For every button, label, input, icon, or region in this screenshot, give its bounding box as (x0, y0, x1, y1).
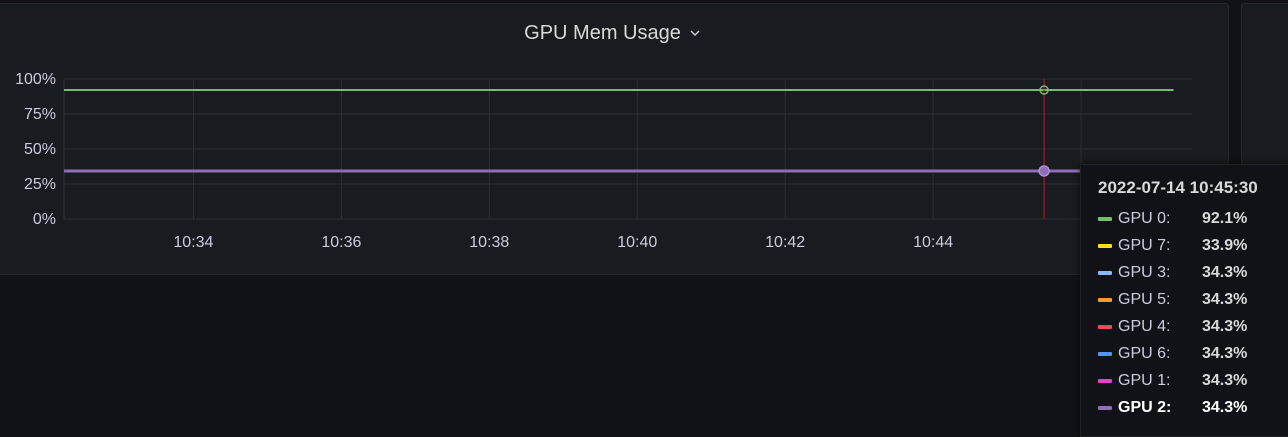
series-swatch (1098, 406, 1112, 410)
tooltip-row: GPU 4: 34.3% (1098, 317, 1247, 337)
tooltip-series-value: 34.3% (1202, 291, 1248, 308)
chart-series (64, 89, 1174, 173)
tooltip-series-name: GPU 1: (1118, 372, 1171, 389)
series-swatch (1098, 244, 1112, 248)
tooltip-series-name: GPU 5: (1118, 291, 1171, 308)
tooltip-row: GPU 0: 92.1% (1098, 209, 1247, 229)
tooltip-series-value: 34.3% (1202, 345, 1248, 362)
y-tick-label: 0% (33, 211, 56, 228)
series-swatch (1098, 352, 1112, 356)
y-tick-label: 75% (24, 106, 56, 123)
tooltip-time: 2022-07-14 10:45:30 (1098, 178, 1258, 197)
chart-tooltip: 2022-07-14 10:45:30 GPU 0: 92.1% GPU 7: 33.… (1080, 164, 1288, 437)
tooltip-row: GPU 5: 34.3% (1098, 290, 1247, 310)
tooltip-row: GPU 2: 34.3% (1098, 398, 1247, 418)
tooltip-row: GPU 6: 34.3% (1098, 344, 1247, 364)
x-tick-label: 10:42 (765, 234, 805, 251)
tooltip-series-value: 92.1% (1202, 210, 1248, 227)
tooltip-series-name: GPU 2: (1118, 399, 1172, 416)
tooltip-series-name: GPU 3: (1118, 264, 1171, 281)
y-tick-label: 25% (24, 176, 56, 193)
series-swatch (1098, 298, 1112, 302)
tooltip-series-name: GPU 7: (1118, 237, 1171, 254)
chart-ticks: 0% 25% 50% 75% 100% 10:34 10:36 10:38 10:40 10:42… (15, 71, 953, 251)
tooltip-series-value: 33.9% (1202, 237, 1248, 254)
tooltip-row: GPU 3: 34.3% (1098, 263, 1247, 283)
series-swatch (1098, 271, 1112, 275)
tooltip-series-name: GPU 0: (1118, 210, 1171, 227)
series-swatch (1098, 325, 1112, 329)
x-tick-label: 10:36 (321, 234, 361, 251)
hover-point (1038, 165, 1050, 177)
y-tick-label: 100% (15, 71, 56, 88)
tooltip-series-value: 34.3% (1202, 264, 1248, 281)
series-swatch (1098, 217, 1112, 221)
tooltip-row: GPU 1: 34.3% (1098, 371, 1247, 391)
x-tick-label: 10:40 (617, 234, 657, 251)
x-tick-label: 10:44 (913, 234, 953, 251)
x-tick-label: 10:38 (469, 234, 509, 251)
series-swatch (1098, 379, 1112, 383)
chart-grid (63, 78, 1192, 220)
tooltip-series-name: GPU 6: (1118, 345, 1171, 362)
tooltip-series-value: 34.3% (1202, 372, 1248, 389)
tooltip-row: GPU 7: 33.9% (1098, 236, 1247, 256)
tooltip-series-value: 34.3% (1202, 399, 1248, 416)
tooltip-series-value: 34.3% (1202, 318, 1248, 335)
y-tick-label: 50% (24, 141, 56, 158)
tooltip-series-name: GPU 4: (1118, 318, 1171, 335)
x-tick-label: 10:34 (173, 234, 213, 251)
